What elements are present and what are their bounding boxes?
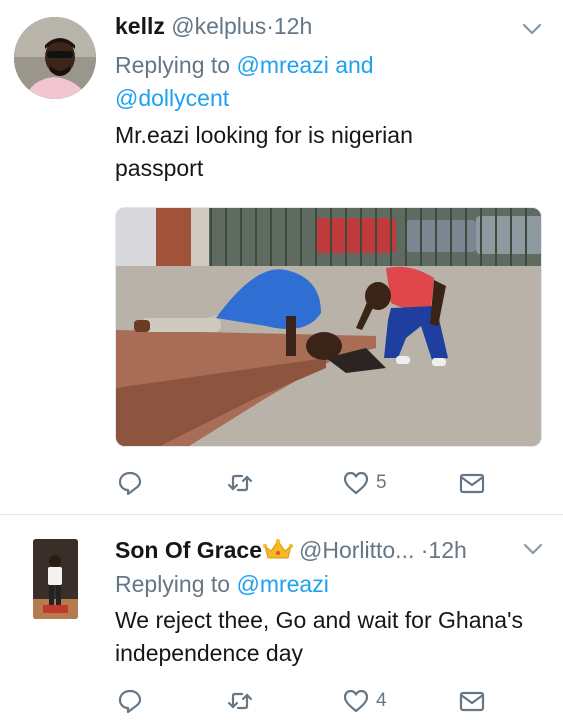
user-handle[interactable]: @kelplus — [171, 13, 266, 39]
timestamp[interactable]: 12h — [428, 537, 466, 563]
heart-icon — [343, 689, 369, 713]
tweet[interactable]: Son Of Grace @Horlitto... ·12h Replying … — [0, 516, 563, 720]
tweet-header: kellz @kelplus·12h — [115, 12, 312, 40]
retweet-button[interactable] — [226, 686, 260, 716]
mention-link[interactable]: @mreazi — [236, 571, 328, 597]
tweet-text: Mr.eazi looking for is nigerian passport — [115, 122, 413, 181]
avatar-photo — [14, 17, 96, 99]
heart-icon — [343, 471, 369, 495]
replying-to-label: Replying to — [115, 52, 231, 78]
direct-message-icon — [459, 691, 485, 712]
like-count: 5 — [376, 472, 387, 493]
avatar[interactable] — [33, 539, 78, 619]
direct-message-button[interactable] — [458, 686, 486, 716]
mention-link[interactable]: @dollycent — [115, 85, 229, 111]
like-count: 4 — [376, 690, 387, 711]
tweet-media-photo[interactable] — [115, 207, 542, 447]
chevron-down-icon[interactable] — [521, 22, 543, 36]
crown-emoji-icon — [262, 539, 293, 559]
tweet-divider — [0, 514, 563, 515]
mention-link[interactable]: @mreazi — [236, 52, 328, 78]
chevron-down-icon[interactable] — [522, 542, 544, 556]
direct-message-icon — [459, 473, 485, 494]
avatar-photo — [33, 539, 78, 619]
user-handle[interactable]: @Horlitto... — [299, 537, 414, 563]
direct-message-button[interactable] — [458, 468, 486, 498]
like-button[interactable]: 4 — [342, 686, 387, 716]
reply-icon — [118, 689, 142, 714]
replying-to-label: Replying to — [115, 571, 231, 597]
display-name[interactable]: Son Of Grace — [115, 537, 262, 563]
media-image — [116, 208, 541, 446]
like-button[interactable]: 5 — [342, 468, 387, 498]
reply-button[interactable] — [116, 686, 150, 716]
tweet-actions: 5 — [0, 468, 563, 498]
separator-dot: · — [266, 13, 274, 39]
retweet-icon — [227, 692, 253, 710]
tweet[interactable]: kellz @kelplus·12h Replying to @mreazi a… — [0, 0, 563, 515]
tweet-actions: 4 — [0, 686, 563, 716]
mention-joiner: and — [335, 52, 374, 78]
replying-to: Replying to @mreazi — [115, 568, 445, 601]
timestamp[interactable]: 12h — [274, 13, 312, 39]
tweet-header: Son Of Grace @Horlitto... ·12h — [115, 536, 467, 564]
tweet-text: We reject thee, Go and wait for Ghana's … — [115, 607, 523, 666]
display-name[interactable]: kellz — [115, 13, 165, 39]
reply-icon — [118, 471, 142, 496]
retweet-button[interactable] — [226, 468, 260, 498]
avatar[interactable] — [14, 17, 96, 99]
reply-button[interactable] — [116, 468, 150, 498]
retweet-icon — [227, 474, 253, 492]
replying-to: Replying to @mreazi and @dollycent — [115, 49, 445, 115]
